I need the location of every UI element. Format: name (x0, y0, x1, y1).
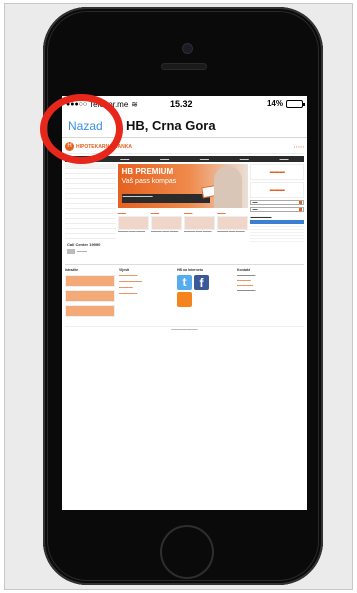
dropdown-arrow-icon (299, 201, 302, 204)
site-sidebar-menu: Call Center 19990 ▬▬▬▬ (65, 164, 116, 256)
menu-item[interactable] (65, 234, 116, 239)
home-button[interactable] (162, 527, 212, 577)
dropdown-arrow-icon (299, 208, 302, 211)
highlight-circle (40, 94, 123, 164)
banner-title: HB PREMIUM (121, 167, 174, 176)
promo-tile-heading: ▬▬▬ (184, 211, 193, 215)
hb-klik-logo: ▬▬▬ (269, 169, 285, 175)
page-title: HB, Crna Gora (126, 118, 216, 133)
promo-tile-text: ▬▬▬▬▬ ▬▬▬ ▬▬▬▬ (117, 231, 146, 233)
call-center-box: ▬▬▬▬ (67, 249, 114, 254)
site-columns: Call Center 19990 ▬▬▬▬ HB PREMIUM Vaš pa… (65, 164, 304, 256)
banner-subtitle: Vaš pass kompas (121, 178, 177, 185)
webpage-thumbnail[interactable]: H HIPOTEKARNA BANKA ▪ ▪ ▪ ▪ ▪ ▬▬▬ ▬▬▬ ▬▬… (62, 140, 307, 510)
promo-tile-image (184, 216, 216, 230)
promo-tile-image (217, 216, 249, 230)
wifi-icon: ≋ (131, 99, 138, 109)
currency-select[interactable]: ▬▬ (250, 207, 304, 212)
social-icons: t f (177, 275, 233, 290)
site-lower-section: Istražite Vijesti ▬▬▬▬▬▬▬▬ ▬▬▬▬▬▬▬▬▬▬ ▬▬… (65, 264, 304, 320)
currency-select-value: ▬▬ (252, 208, 258, 211)
site-footer: ▬▬▬▬▬▬▬▬▬▬▬▬ (65, 326, 304, 331)
battery-status: 14% (266, 99, 305, 108)
contact-line: ▬▬▬▬▬▬▬▬ (237, 275, 256, 277)
exchange-rates-title: ▬▬▬▬▬▬ (250, 215, 272, 219)
nav-item[interactable]: ▬▬▬ (280, 157, 289, 161)
nav-item[interactable]: ▬▬▬ (240, 157, 249, 161)
contact-column: Kontakt ▬▬▬▬▬▬▬▬ ▬▬▬▬▬▬ ▬▬▬▬▬▬▬ ▬▬▬▬▬▬▬▬ (237, 268, 297, 320)
exchange-rate-row (250, 239, 304, 242)
banner-caption-text: ▬▬▬▬▬▬▬▬▬▬▬▬ (122, 195, 153, 198)
promo-tile-text: ▬▬▬▬▬ ▬▬▬ ▬▬▬▬ (150, 231, 179, 233)
contact-line: ▬▬▬▬▬▬▬▬ (237, 290, 256, 292)
nav-item[interactable]: ▬▬▬ (200, 157, 209, 161)
hb-klik-banner[interactable]: ▬▬▬ (250, 164, 304, 180)
promo-tile[interactable]: ▬▬▬ ▬▬▬▬▬ ▬▬▬ ▬▬▬▬ (117, 211, 149, 240)
nav-item[interactable]: ▬▬▬ (120, 157, 129, 161)
promo-tile[interactable]: ▬▬▬ ▬▬▬▬▬ ▬▬▬ ▬▬▬▬ (217, 211, 249, 240)
promo-tile[interactable]: ▬▬▬ ▬▬▬▬▬ ▬▬▬ ▬▬▬▬ (150, 211, 182, 240)
news-item[interactable]: ▬▬▬▬▬▬ (119, 287, 173, 290)
phone-image (67, 249, 75, 254)
promo-tile-image (150, 216, 182, 230)
promo-tile-heading: ▬▬▬ (217, 211, 226, 215)
contact-heading: Kontakt (237, 268, 251, 272)
site-right-column: ▬▬▬ ▬▬▬ ▬▬ ▬▬ ▬▬▬▬▬▬ (250, 164, 304, 256)
facebook-icon[interactable]: f (194, 275, 209, 290)
promo-tile-heading: ▬▬▬ (150, 211, 160, 215)
contact-email[interactable]: ▬▬▬▬▬▬▬ (237, 285, 297, 288)
battery-percent: 14% (266, 99, 283, 108)
promo-tiles: ▬▬▬ ▬▬▬▬▬ ▬▬▬ ▬▬▬▬ ▬▬▬ ▬▬▬▬▬ ▬▬▬ ▬▬▬▬ ▬▬▬ ▬… (117, 211, 249, 240)
explore-column: Istražite (65, 268, 115, 320)
promo-tile-heading: ▬▬▬ (117, 211, 126, 215)
twitter-icon[interactable]: t (177, 275, 192, 290)
currency-select-value: ▬▬ (252, 201, 258, 204)
hb-klik-logo: ▬▬▬ (269, 187, 285, 193)
rss-icon[interactable] (177, 292, 192, 307)
site-main-content: HB PREMIUM Vaš pass kompas ▬▬▬▬▬▬▬▬▬▬▬▬ … (117, 164, 249, 256)
explore-tile[interactable] (65, 275, 115, 287)
exchange-rates: ▬▬▬▬▬▬ (250, 215, 304, 242)
front-camera (183, 44, 192, 53)
promo-banner[interactable]: HB PREMIUM Vaš pass kompas ▬▬▬▬▬▬▬▬▬▬▬▬ (117, 164, 249, 208)
news-item[interactable]: ▬▬▬▬▬▬▬▬▬▬ (119, 281, 173, 284)
clock: 15.32 (170, 99, 193, 109)
social-column: HB na Internetu t f (177, 268, 233, 320)
call-center-text: ▬▬▬▬ (77, 250, 87, 253)
explore-heading: Istražite (65, 268, 79, 272)
currency-select[interactable]: ▬▬ (250, 200, 304, 205)
contact-phone[interactable]: ▬▬▬▬▬▬ (237, 280, 297, 283)
banner-person-image (214, 166, 243, 208)
explore-tile[interactable] (65, 290, 115, 302)
news-column: Vijesti ▬▬▬▬▬▬▬▬ ▬▬▬▬▬▬▬▬▬▬ ▬▬▬▬▬▬ ▬▬▬▬▬… (119, 268, 173, 320)
battery-icon (286, 99, 305, 108)
top-links[interactable]: ▪ ▪ ▪ ▪ ▪ (294, 145, 304, 149)
call-center-title: Call Center 19990 (67, 242, 101, 247)
nav-item[interactable]: ▬▬▬ (160, 157, 169, 161)
hb-klik-banner-secondary[interactable]: ▬▬▬ (250, 182, 304, 198)
banner-caption: ▬▬▬▬▬▬▬▬▬▬▬▬ (121, 194, 210, 203)
news-item[interactable]: ▬▬▬▬▬▬▬▬ (119, 293, 173, 296)
earpiece-speaker (162, 64, 206, 69)
news-heading: Vijesti (119, 268, 130, 272)
promo-tile-image (117, 216, 149, 230)
promo-tile-text: ▬▬▬▬▬ ▬▬▬ ▬▬▬▬ (184, 231, 212, 233)
promo-tile-text: ▬▬▬▬▬ ▬▬▬ ▬▬▬▬ (217, 231, 245, 233)
social-heading: HB na Internetu (177, 268, 204, 272)
explore-tile[interactable] (65, 305, 115, 317)
news-item[interactable]: ▬▬▬▬▬▬▬▬ (119, 275, 173, 278)
promo-tile[interactable]: ▬▬▬ ▬▬▬▬▬ ▬▬▬ ▬▬▬▬ (184, 211, 216, 240)
